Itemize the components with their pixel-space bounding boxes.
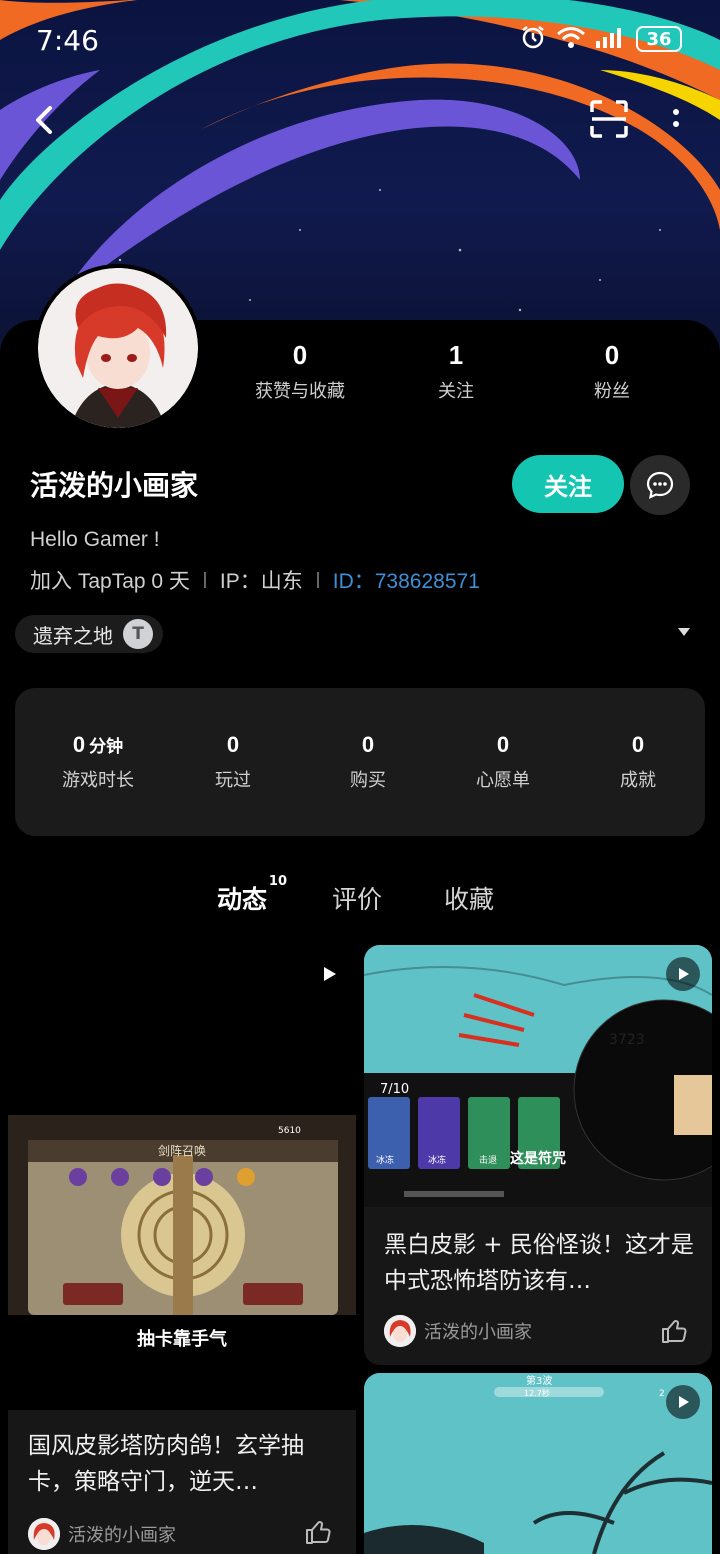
achievements-label: 成就 [620,770,656,791]
stat-followers-label: 粉丝 [594,381,630,402]
author-name: 活泼的小画家 [68,1525,176,1546]
achievements-value: 0 [631,732,645,757]
stat-purchased[interactable]: 0 购买 [308,732,428,792]
more-vertical-icon [673,109,679,127]
post-thumbnail: 第3波 12.7秒 2 [364,1373,712,1554]
status-icons: 36 [520,24,682,54]
game-stats-panel: 0 分钟 游戏时长 0 玩过 0 购买 0 心愿单 0 成就 [15,688,705,836]
stat-following[interactable]: 1 关注 [406,340,506,403]
status-time: 7:46 [36,24,99,57]
playtime-value: 0 [72,732,86,757]
follow-button[interactable]: 关注 [512,455,624,513]
purchased-value: 0 [361,732,375,757]
wifi-icon [556,25,586,53]
thumb-timer: 12.7秒 [524,1388,550,1398]
divider [316,572,319,588]
stat-likes[interactable]: 0 获赞与收藏 [240,340,360,403]
stat-playtime[interactable]: 0 分钟 游戏时长 [38,732,158,792]
tab-moments[interactable]: 动态 10 [217,874,287,916]
chat-bubble-icon [646,471,674,499]
avatar-image [38,268,198,428]
chevron-left-icon [36,106,52,134]
stat-wishlist[interactable]: 0 心愿单 [443,732,563,792]
thumbs-up-icon [662,1320,687,1343]
post-title: 国风皮影塔防肉鸽！玄学抽卡，策略守门，逆天… [28,1433,304,1495]
game-tag-chip[interactable]: 遗弃之地 T [15,615,163,653]
tab-reviews[interactable]: 评价 [332,880,382,916]
purchased-label: 购买 [350,770,386,791]
stat-likes-value: 0 [292,340,308,370]
content-tabs: 动态 10 评价 收藏 [0,874,720,930]
post-author[interactable]: 活泼的小画家 [28,1518,176,1550]
played-value: 0 [226,732,240,757]
thumb-score: 3723 [609,1032,645,1048]
stat-played[interactable]: 0 玩过 [173,732,293,792]
tab-favorites-label: 收藏 [444,885,495,914]
playtime-unit: 分钟 [89,737,124,756]
stat-achievements[interactable]: 0 成就 [578,732,698,792]
post-title: 黑白皮影 + 民俗怪谈！这才是中式恐怖塔防该有… [384,1232,694,1294]
played-label: 玩过 [215,770,251,791]
author-avatar [384,1315,416,1347]
thumb-heading: 剑阵召唤 [158,1143,206,1158]
taptap-badge-icon: T [123,619,153,649]
thumb-count: 2 [659,1389,665,1399]
post-thumbnail: 5610 剑阵召唤 [8,1115,356,1315]
post-card[interactable]: 5610 剑阵召唤 抽卡靠手气 国风皮影塔防肉鸽！玄学抽卡，策略守门，逆天… 活… [8,945,356,1554]
author-name: 活泼的小画家 [424,1322,532,1343]
tab-reviews-label: 评价 [332,885,383,914]
thumb-counter: 5610 [278,1126,301,1136]
tab-moments-count: 10 [268,874,288,889]
playtime-label: 游戏时长 [62,770,134,791]
battery-icon: 36 [636,26,682,52]
joined-text: 加入 TapTap 0 天 [30,570,190,593]
post-card[interactable]: 第3波 12.7秒 2 [364,1373,712,1554]
thumb-card-2: 冰冻 [428,1154,446,1166]
play-icon [666,957,700,991]
thumb-card-1: 冰冻 [376,1154,394,1166]
thumb-wave: 7/10 [380,1082,409,1097]
more-button[interactable] [664,102,688,138]
back-button[interactable] [26,100,66,140]
stat-followers[interactable]: 0 粉丝 [562,340,662,403]
stat-following-label: 关注 [438,381,474,402]
tab-moments-label: 动态 [217,885,268,914]
post-thumbnail: 3723 7/10 冰冻 冰冻 击退 这是符咒 [364,945,712,1207]
ip-location: IP：山东 [219,570,303,593]
thumb-wave: 第3波 [526,1374,552,1387]
play-icon [666,1385,700,1419]
thumb-card-3: 击退 [479,1154,497,1166]
stat-followers-value: 0 [604,340,620,370]
avatar[interactable] [34,264,202,432]
message-button[interactable] [630,455,690,515]
alarm-icon [520,24,546,54]
post-card[interactable]: 3723 7/10 冰冻 冰冻 击退 这是符咒 黑白皮影 + 民俗怪谈！这才是中… [364,945,712,1365]
game-tag-label: 遗弃之地 [33,623,113,648]
thumbs-up-icon [306,1521,331,1544]
status-bar: 7:46 36 [0,0,720,80]
user-meta: 加入 TapTap 0 天 IP：山东 ID：738628571 [30,565,480,595]
post-body: 国风皮影塔防肉鸽！玄学抽卡，策略守门，逆天… 活泼的小画家 [8,1410,356,1554]
author-avatar [28,1518,60,1550]
wishlist-value: 0 [496,732,510,757]
tab-favorites[interactable]: 收藏 [444,880,494,916]
like-button[interactable] [304,1518,332,1546]
divider [203,572,206,588]
scan-icon [590,100,628,138]
like-button[interactable] [660,1317,688,1345]
chevron-down-icon[interactable] [678,628,690,636]
username: 活泼的小画家 [30,469,199,502]
play-icon [312,957,346,991]
scan-button[interactable] [588,98,630,140]
stat-likes-label: 获赞与收藏 [255,381,345,402]
signal-icon [596,26,626,52]
user-id[interactable]: ID：738628571 [333,565,480,595]
wishlist-label: 心愿单 [476,770,530,791]
thumb-spell: 这是符咒 [510,1150,566,1167]
user-bio: Hello Gamer ! [30,528,160,551]
post-author[interactable]: 活泼的小画家 [384,1315,532,1347]
stat-following-value: 1 [448,340,464,370]
post-caption: 抽卡靠手气 [137,1329,227,1350]
